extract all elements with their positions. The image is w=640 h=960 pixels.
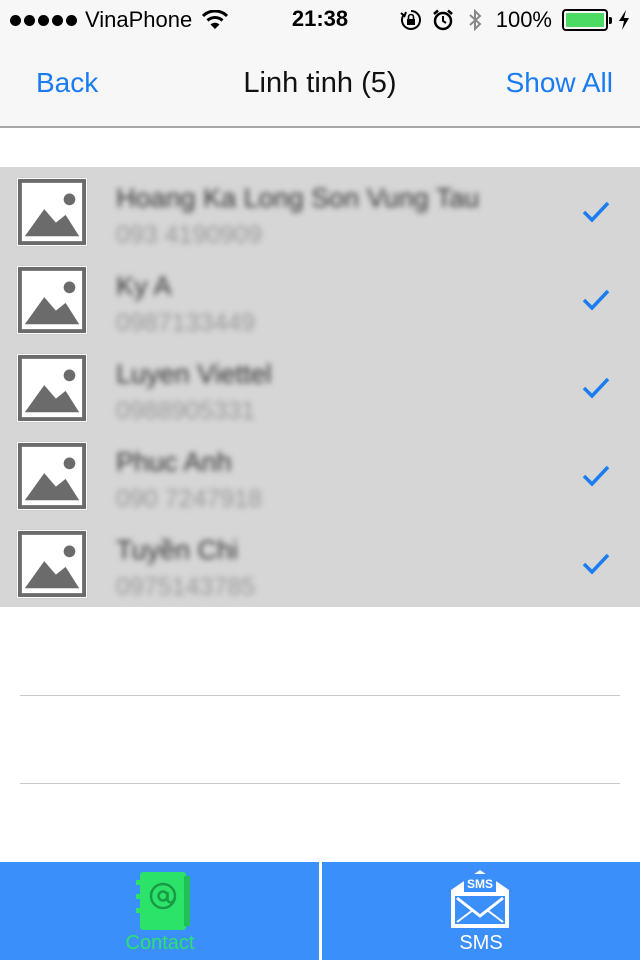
tab-bar: Contact SMS SMS — [0, 862, 640, 960]
tab-contact-label: Contact — [125, 932, 195, 954]
tab-contact[interactable]: Contact — [0, 862, 320, 960]
contact-phone: 090 7247918 — [116, 485, 262, 513]
address-book-icon — [136, 872, 190, 930]
bluetooth-icon — [469, 9, 482, 31]
rotation-lock-icon — [400, 10, 421, 30]
checkmark-icon — [582, 377, 610, 399]
contact-name: Ky A — [116, 271, 172, 301]
tab-sms-label: SMS — [459, 932, 503, 954]
contact-name: Hoang Ka Long Son Vung Tau — [116, 183, 480, 213]
avatar-placeholder-icon — [16, 177, 88, 247]
avatar-placeholder-icon — [16, 353, 88, 423]
contact-phone: 093 4190909 — [116, 221, 262, 249]
battery-level — [566, 13, 604, 27]
contact-name: Tuyền Chi — [116, 535, 239, 565]
checkmark-icon — [582, 289, 610, 311]
row-separator — [20, 783, 620, 784]
charging-bolt-icon — [619, 10, 629, 30]
contact-name: Luyen Viettel — [116, 359, 272, 389]
row-separator — [20, 695, 620, 696]
battery-icon — [562, 9, 612, 31]
status-bar: VinaPhone 21:38 100% — [0, 0, 640, 40]
alarm-icon — [432, 9, 453, 31]
contact-phone: 0988905331 — [116, 397, 256, 425]
navigation-bar: Back Linh tinh (5) Show All — [0, 40, 640, 128]
status-bar-right: 100% — [400, 6, 630, 34]
contact-row[interactable]: Ky A 0987133449 — [0, 255, 640, 343]
avatar-placeholder-icon — [16, 441, 88, 511]
sms-envelope-icon: SMS — [451, 870, 509, 928]
avatar-placeholder-icon — [16, 265, 88, 335]
tab-sms[interactable]: SMS SMS — [322, 862, 640, 960]
avatar-placeholder-icon — [16, 529, 88, 599]
contact-list: Hoang Ka Long Son Vung Tau 093 4190909 K… — [0, 167, 640, 607]
show-all-button[interactable]: Show All — [506, 67, 613, 99]
contact-row[interactable]: Phuc Anh 090 7247918 — [0, 431, 640, 519]
contact-name: Phuc Anh — [116, 447, 232, 477]
contact-phone: 0987133449 — [116, 309, 256, 337]
checkmark-icon — [582, 201, 610, 223]
contact-phone: 0975143785 — [116, 573, 256, 601]
sms-badge-text: SMS — [467, 877, 493, 891]
contact-row[interactable]: Hoang Ka Long Son Vung Tau 093 4190909 — [0, 167, 640, 255]
contact-row[interactable]: Luyen Viettel 0988905331 — [0, 343, 640, 431]
checkmark-icon — [582, 465, 610, 487]
contact-row[interactable]: Tuyền Chi 0975143785 — [0, 519, 640, 607]
checkmark-icon — [582, 553, 610, 575]
battery-percentage: 100% — [495, 7, 552, 32]
